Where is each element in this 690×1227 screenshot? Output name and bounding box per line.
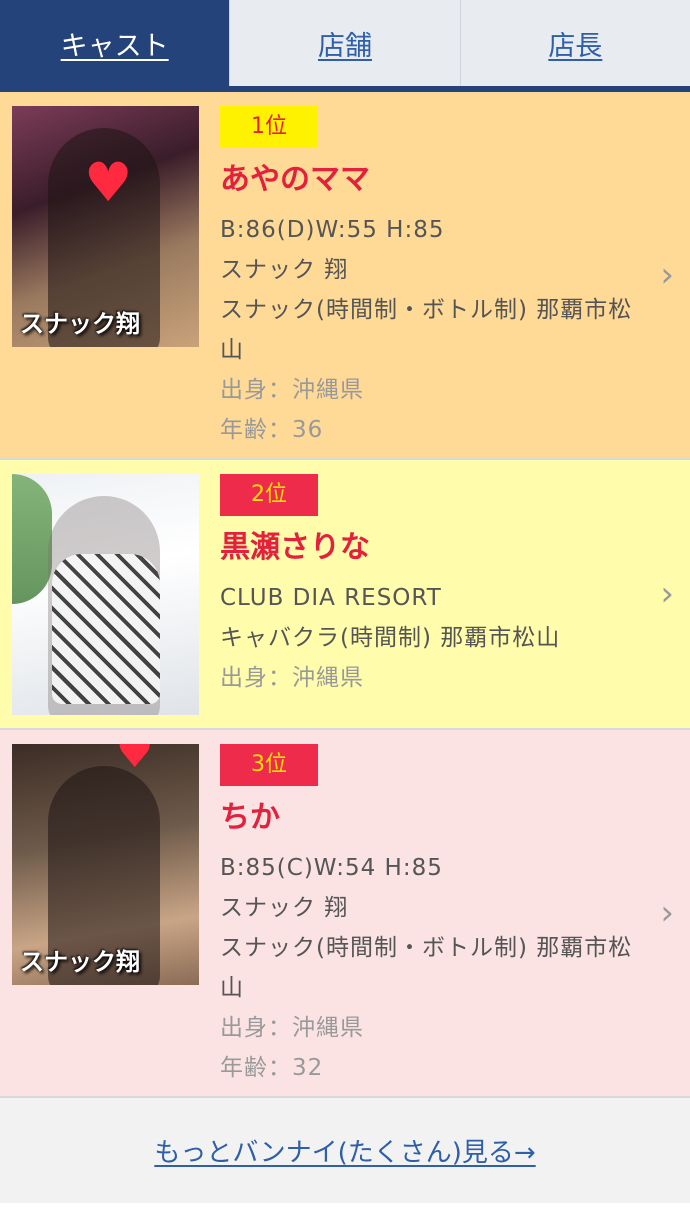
tab-cast[interactable]: キャスト: [0, 0, 230, 86]
chevron-right-icon: ›: [660, 574, 674, 614]
chevron-right-icon: ›: [660, 893, 674, 933]
tab-bar: キャスト 店舗 店長: [0, 0, 690, 92]
rank-badge: 1位: [220, 106, 318, 148]
chevron-right-icon: ›: [660, 255, 674, 295]
cast-name: ちか: [220, 800, 280, 835]
rank-badge: 2位: [220, 474, 318, 516]
ranking-card-3[interactable]: ♥ スナック翔 3位 ちか B:85(C)W:54 H:85 スナック 翔 スナ…: [0, 730, 690, 1098]
store-logo-watermark: スナック翔: [20, 309, 140, 338]
tab-managers[interactable]: 店長: [459, 0, 690, 86]
tab-stores[interactable]: 店舗: [229, 0, 460, 86]
store-name: スナック 翔: [220, 257, 349, 283]
store-category-location: キャバクラ(時間制) 那覇市松山: [220, 625, 561, 651]
cast-measurements: B:86(D)W:55 H:85: [220, 217, 445, 243]
cast-photo: ♥ スナック翔: [12, 106, 199, 347]
store-name: CLUB DIA RESORT: [220, 585, 442, 611]
cast-measurements: B:85(C)W:54 H:85: [220, 855, 443, 881]
cast-hometown: 出身：沖縄県: [220, 665, 364, 691]
store-category-location: スナック(時間制・ボトル制) 那覇市松山: [220, 935, 633, 1001]
store-logo-watermark: スナック翔: [20, 947, 140, 976]
cast-photo: [12, 474, 199, 715]
cast-hometown: 出身：沖縄県: [220, 377, 364, 403]
cast-hometown: 出身：沖縄県: [220, 1015, 364, 1041]
heart-icon: ♥: [84, 151, 133, 214]
heart-icon: ♥: [116, 744, 154, 777]
cast-age: 年齢：36: [220, 417, 324, 443]
rank-badge: 3位: [220, 744, 318, 786]
cast-name: あやのママ: [220, 162, 370, 197]
cast-age: 年齢：32: [220, 1055, 324, 1081]
more-section: もっとバンナイ(たくさん)見る→: [0, 1098, 690, 1203]
ranking-card-2[interactable]: 2位 黒瀬さりな CLUB DIA RESORT キャバクラ(時間制) 那覇市松…: [0, 460, 690, 730]
store-category-location: スナック(時間制・ボトル制) 那覇市松山: [220, 297, 633, 363]
store-name: スナック 翔: [220, 895, 349, 921]
cast-name: 黒瀬さりな: [220, 530, 370, 565]
cast-photo: ♥ スナック翔: [12, 744, 199, 985]
ranking-card-1[interactable]: ♥ スナック翔 1位 あやのママ B:86(D)W:55 H:85 スナック 翔…: [0, 92, 690, 460]
see-more-link[interactable]: もっとバンナイ(たくさん)見る→: [154, 1132, 535, 1169]
